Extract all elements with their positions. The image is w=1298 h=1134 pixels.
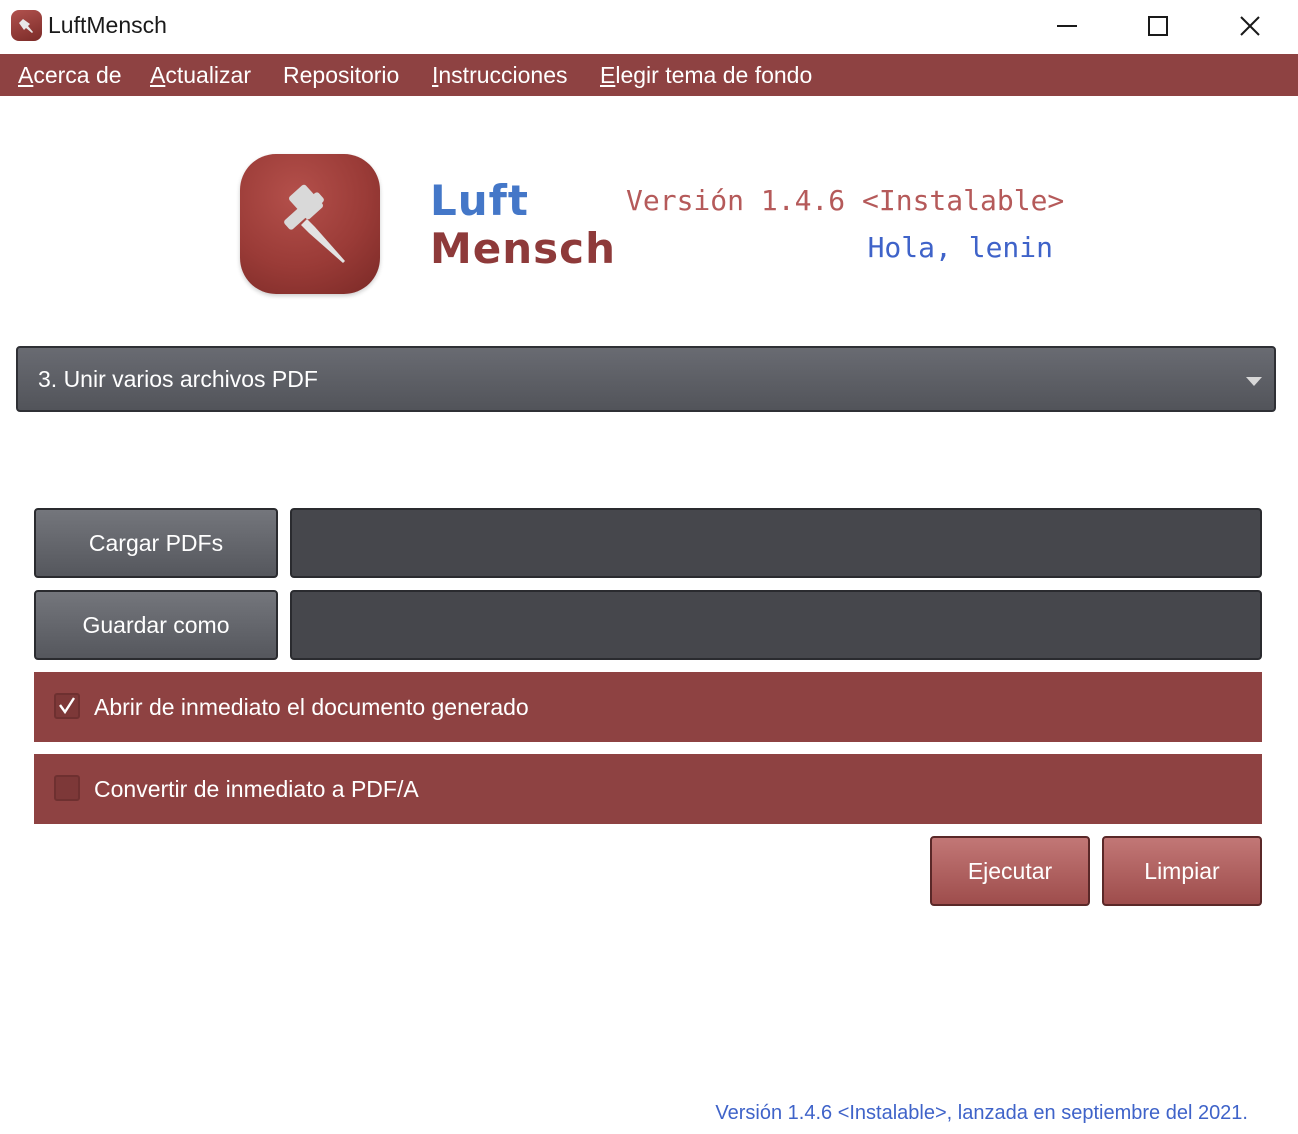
minimize-icon[interactable] (1044, 6, 1090, 46)
menu-accelerator: A (18, 62, 34, 88)
chevron-down-icon (1246, 377, 1262, 386)
close-icon[interactable] (1227, 6, 1273, 46)
save-as-button[interactable]: Guardar como (34, 590, 278, 660)
title-bar: LuftMensch (0, 0, 1298, 54)
menu-label: Repositorio (283, 62, 400, 88)
checkmark-icon (59, 697, 76, 715)
window-title: LuftMensch (48, 12, 167, 38)
clear-button[interactable]: Limpiar (1102, 836, 1262, 906)
load-pdfs-field[interactable] (290, 508, 1262, 578)
menu-accelerator: A (150, 62, 166, 88)
menu-label: ctualizar (165, 62, 251, 88)
logo-text-mensch: Mensch (430, 224, 616, 273)
task-select[interactable]: 3. Unir varios archivos PDF (16, 346, 1276, 412)
greeting-label: Hola, lenin (867, 231, 1053, 264)
menu-acerca-de[interactable]: Acerca de (18, 54, 122, 96)
open-doc-checkbox[interactable] (54, 693, 80, 719)
menu-actualizar[interactable]: Actualizar (150, 54, 251, 96)
menu-elegir-tema[interactable]: Elegir tema de fondo (600, 54, 812, 96)
version-label: Versión 1.4.6 <Instalable> (626, 184, 1065, 217)
footer-version: Versión 1.4.6 <Instalable>, lanzada en s… (715, 1102, 1248, 1124)
menu-instrucciones[interactable]: Instrucciones (432, 54, 568, 96)
maximize-icon[interactable] (1135, 6, 1181, 46)
pushpin-icon (240, 154, 380, 294)
menu-bar: Acerca de Actualizar Repositorio Instruc… (0, 54, 1298, 96)
load-pdfs-button[interactable]: Cargar PDFs (34, 508, 278, 578)
app-icon (11, 10, 42, 41)
pdfa-option: Convertir de inmediato a PDF/A (34, 754, 1262, 824)
pdfa-label[interactable]: Convertir de inmediato a PDF/A (94, 776, 419, 803)
run-button[interactable]: Ejecutar (930, 836, 1090, 906)
menu-accelerator: E (600, 62, 616, 88)
menu-repositorio[interactable]: Repositorio (283, 54, 399, 96)
pdfa-checkbox[interactable] (54, 775, 80, 801)
open-doc-label[interactable]: Abrir de inmediato el documento generado (94, 694, 529, 721)
open-doc-option: Abrir de inmediato el documento generado (34, 672, 1262, 742)
menu-label: nstrucciones (438, 62, 568, 88)
logo-text-luft: Luft (430, 176, 530, 225)
menu-label: legir tema de fondo (615, 62, 813, 88)
menu-label: cerca de (33, 62, 122, 88)
task-select-value: 3. Unir varios archivos PDF (38, 366, 318, 392)
save-as-field[interactable] (290, 590, 1262, 660)
